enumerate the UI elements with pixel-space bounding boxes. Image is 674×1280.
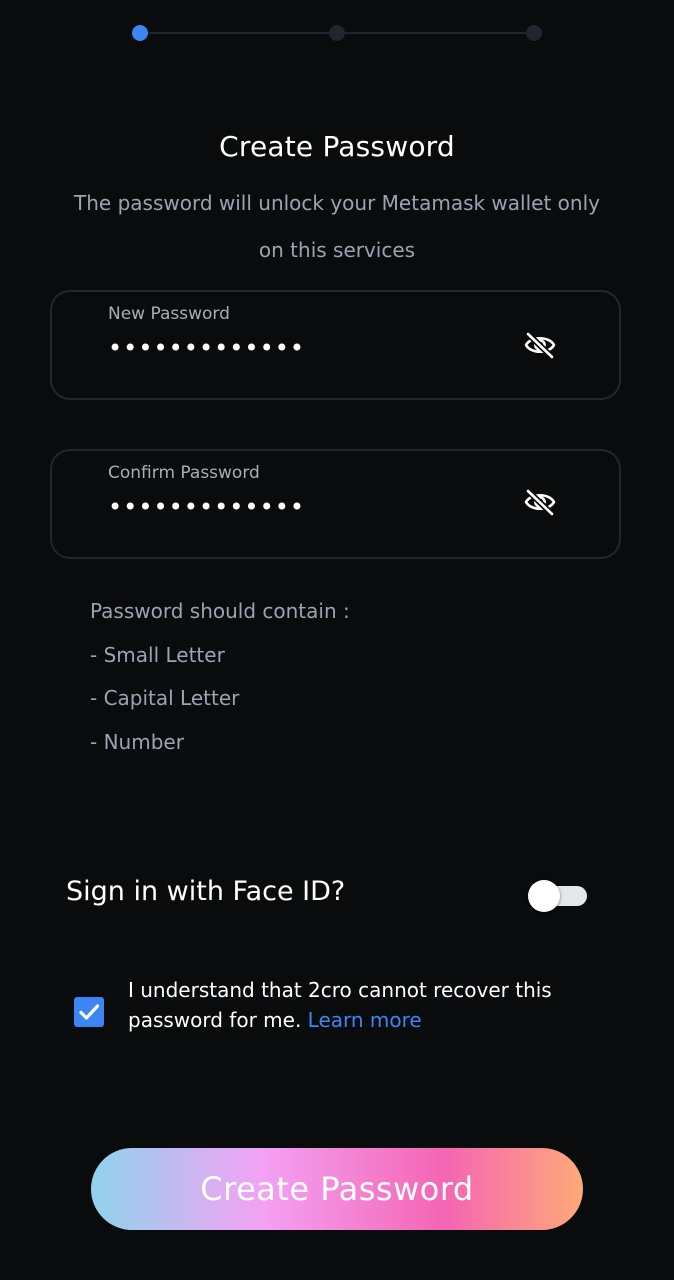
- face-id-label: Sign in with Face ID?: [66, 876, 346, 907]
- step-1-dot: [132, 25, 148, 41]
- new-password-field[interactable]: New Password •••••••••••••: [50, 290, 621, 400]
- eye-off-icon[interactable]: [523, 330, 557, 360]
- password-requirements: Password should contain : - Small Letter…: [90, 590, 350, 764]
- agreement-checkbox[interactable]: [74, 997, 104, 1027]
- confirm-password-value[interactable]: •••••••••••••: [108, 493, 305, 521]
- requirement-item: - Capital Letter: [90, 686, 240, 710]
- agreement-text: I understand that 2cro cannot recover th…: [128, 975, 608, 1035]
- toggle-knob: [528, 880, 560, 912]
- learn-more-link[interactable]: Learn more: [308, 1008, 422, 1032]
- confirm-password-field[interactable]: Confirm Password •••••••••••••: [50, 449, 621, 559]
- checkmark-icon: [79, 1004, 100, 1020]
- page-title: Create Password: [219, 130, 455, 163]
- requirement-item: - Small Letter: [90, 642, 225, 667]
- requirements-heading: Password should contain :: [90, 599, 350, 623]
- new-password-value[interactable]: •••••••••••••: [108, 334, 305, 362]
- create-password-button[interactable]: Create Password: [91, 1148, 583, 1230]
- requirement-item: - Number: [90, 729, 184, 754]
- eye-off-icon[interactable]: [523, 487, 557, 517]
- face-id-toggle[interactable]: [528, 880, 588, 912]
- progress-stepper: [132, 24, 542, 42]
- step-2-dot: [329, 25, 345, 41]
- new-password-label: New Password: [108, 304, 230, 324]
- page-subtitle: The password will unlock your Metamask w…: [74, 191, 600, 262]
- step-3-dot: [526, 25, 542, 41]
- confirm-password-label: Confirm Password: [108, 463, 260, 483]
